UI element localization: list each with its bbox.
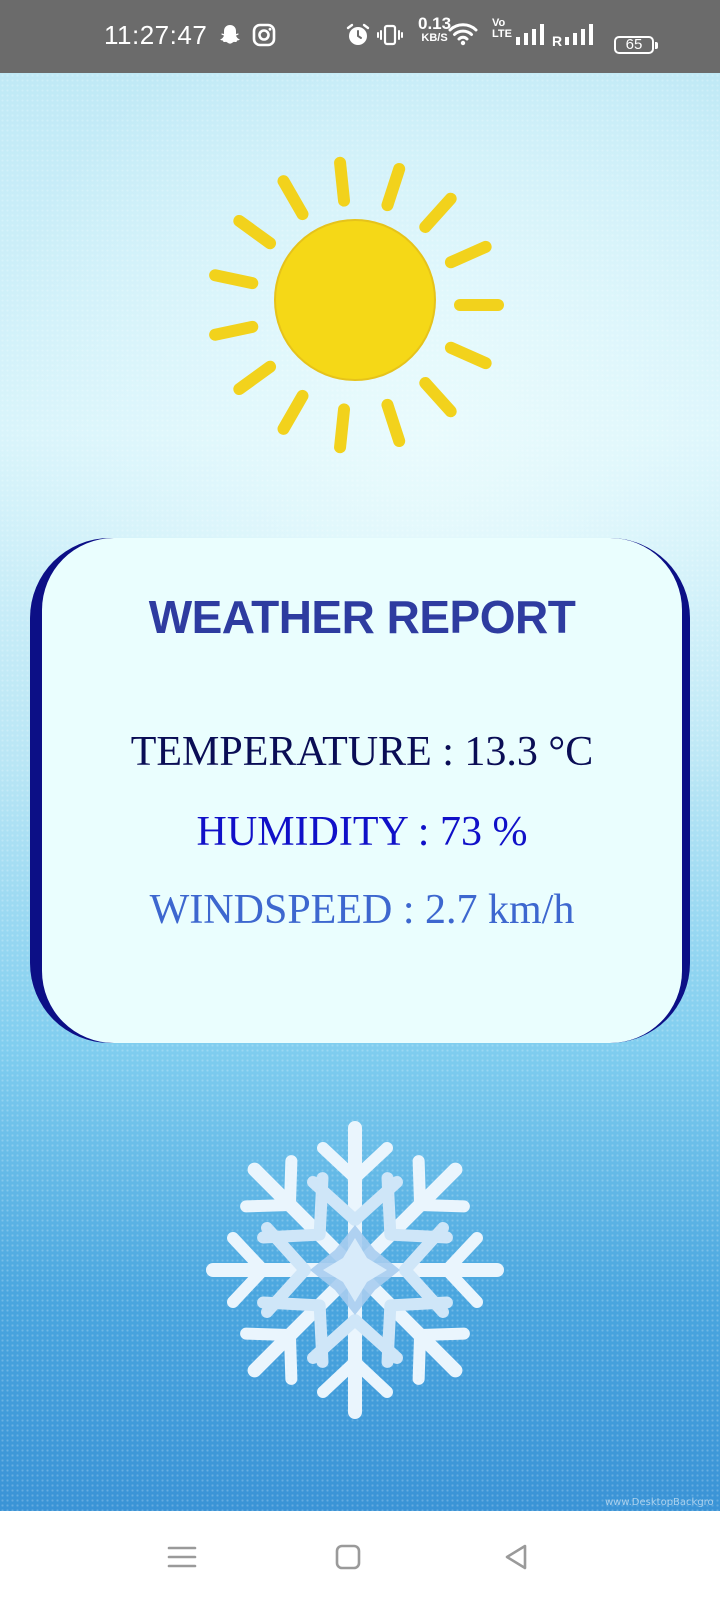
signal-roaming-icon: [564, 22, 596, 48]
roaming-label: R: [552, 33, 563, 49]
status-time: 11:27:47: [104, 20, 208, 50]
battery-icon: 65: [614, 36, 658, 54]
wifi-icon: [448, 20, 478, 46]
instagram-icon: [251, 22, 277, 48]
sun-icon: [209, 156, 504, 454]
navigation-bar: [0, 1511, 720, 1600]
vibrate-icon: [377, 22, 403, 48]
windspeed-reading: WINDSPEED : 2.7 km/h: [149, 887, 575, 933]
watermark: www.DesktopBackgro: [605, 1497, 714, 1508]
card-title: WEATHER REPORT: [148, 591, 576, 643]
back-icon[interactable]: [496, 1537, 536, 1577]
signal-icon: [515, 22, 547, 48]
volte-indicator: Vo LTE: [492, 18, 512, 40]
snowflake-icon: [205, 1120, 505, 1420]
alarm-icon: [345, 22, 371, 48]
humidity-reading: HUMIDITY : 73 %: [196, 809, 528, 855]
home-icon[interactable]: [328, 1537, 368, 1577]
temperature-reading: TEMPERATURE : 13.3 °C: [130, 729, 594, 775]
status-bar: 11:27:47 0.13 KB/S Vo LTE R 65: [0, 0, 720, 73]
volte-bottom: LTE: [492, 28, 512, 40]
network-speed: 0.13 KB/S: [418, 14, 452, 44]
snapchat-icon: [217, 22, 243, 48]
network-speed-value: 0.13: [418, 14, 452, 33]
network-speed-unit: KB/S: [421, 32, 448, 44]
weather-card: WEATHER REPORT TEMPERATURE : 13.3 °C HUM…: [42, 538, 682, 1043]
menu-icon[interactable]: [162, 1537, 202, 1577]
